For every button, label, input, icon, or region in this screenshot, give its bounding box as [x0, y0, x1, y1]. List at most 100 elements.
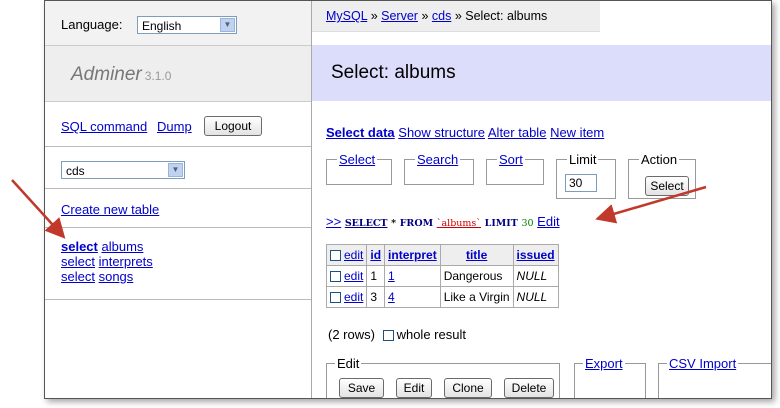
- browser-frame: Language: English ▼ Adminer 3.1.0 SQL com…: [44, 0, 772, 399]
- cell-issued: NULL: [512, 286, 559, 308]
- edit-legend: Edit: [335, 356, 362, 371]
- search-fieldset: Search: [404, 152, 474, 185]
- toggle-query-link[interactable]: >>: [326, 214, 341, 229]
- sql-keyword-from: FROM: [399, 218, 434, 229]
- page-header: Select: albums: [312, 45, 771, 101]
- cell-issued: NULL: [512, 265, 559, 287]
- row-count-line: (2 rows) whole result: [328, 327, 466, 342]
- row-select-cell: edit: [325, 286, 368, 308]
- limit-input[interactable]: 30: [565, 174, 597, 192]
- sql-command-link[interactable]: SQL command: [61, 119, 147, 134]
- clone-button[interactable]: Clone: [444, 378, 492, 398]
- row-edit-link[interactable]: edit: [344, 269, 363, 283]
- interpret-link[interactable]: 1: [388, 269, 395, 283]
- table-songs-link[interactable]: songs: [99, 269, 134, 284]
- edit-fieldset: Edit Save Edit Clone Delete: [326, 356, 560, 398]
- sql-keyword-select[interactable]: SELECT: [345, 218, 388, 229]
- divider: [45, 227, 311, 228]
- export-fieldset: Export: [574, 356, 646, 398]
- header-interpret[interactable]: interpret: [384, 244, 441, 266]
- language-value: English: [142, 19, 182, 33]
- table-list-item: select albums: [61, 239, 153, 254]
- header-title[interactable]: title: [439, 244, 514, 266]
- edit-query-link[interactable]: Edit: [537, 214, 559, 229]
- select-albums-link[interactable]: select: [61, 239, 98, 254]
- select-fieldset: Select: [326, 152, 392, 185]
- cell-title: Dangerous: [439, 265, 514, 287]
- select-data-link[interactable]: Select data: [326, 125, 395, 140]
- create-table-link[interactable]: Create new table: [61, 202, 159, 217]
- table-list: select albums select interprets select s…: [61, 239, 153, 284]
- select-action-button[interactable]: Select: [645, 176, 689, 196]
- row-count: (2 rows): [328, 327, 375, 342]
- app-version: 3.1.0: [144, 69, 172, 83]
- table-albums-link[interactable]: albums: [102, 239, 144, 254]
- breadcrumb-separator: »: [370, 9, 378, 23]
- header-interpret-link[interactable]: interpret: [388, 248, 437, 262]
- sort-fieldset: Sort: [486, 152, 544, 185]
- breadcrumb-server[interactable]: Server: [381, 9, 418, 23]
- breadcrumb-mysql[interactable]: MySQL: [326, 9, 367, 23]
- row-edit-link[interactable]: edit: [344, 290, 363, 304]
- logout-button[interactable]: Logout: [204, 116, 262, 136]
- table-interprets-link[interactable]: interprets: [99, 254, 153, 269]
- sql-table-name: `albums`: [436, 218, 482, 229]
- header-issued[interactable]: issued: [512, 244, 559, 266]
- results-table: edit id interpret title issued edit 1 1 …: [325, 244, 559, 308]
- header-edit-label: edit: [344, 248, 364, 262]
- table-header-row: edit id interpret title issued: [325, 244, 559, 266]
- select-legend-link[interactable]: Select: [337, 152, 378, 167]
- cell-interpret: 1: [384, 265, 441, 287]
- row-select-cell: edit: [325, 265, 368, 287]
- chevron-down-icon: ▼: [168, 163, 183, 177]
- header-id-link[interactable]: id: [370, 248, 381, 262]
- search-legend-link[interactable]: Search: [415, 152, 461, 167]
- sql-keyword-limit: LIMIT: [484, 218, 518, 229]
- select-all-checkbox[interactable]: [330, 250, 341, 261]
- select-songs-link[interactable]: select: [61, 269, 95, 284]
- save-button[interactable]: Save: [339, 378, 384, 398]
- breadcrumb-db[interactable]: cds: [432, 9, 451, 23]
- edit-button[interactable]: Edit: [396, 378, 432, 398]
- divider: [45, 188, 311, 189]
- sql-limit-value: 30: [521, 218, 534, 229]
- sidebar: Language: English ▼ Adminer 3.1.0 SQL com…: [45, 1, 312, 398]
- show-structure-link[interactable]: Show structure: [398, 125, 485, 140]
- app-brand: Adminer 3.1.0: [45, 46, 311, 102]
- header-id[interactable]: id: [366, 244, 386, 266]
- header-edit[interactable]: edit: [325, 244, 368, 266]
- whole-result-checkbox[interactable]: [382, 330, 394, 341]
- main-content: MySQL » Server » cds » Select: albums Se…: [312, 1, 771, 398]
- dump-link[interactable]: Dump: [157, 119, 192, 134]
- language-select[interactable]: English ▼: [137, 16, 237, 34]
- row-checkbox[interactable]: [330, 292, 341, 303]
- cell-id: 3: [366, 286, 386, 308]
- chevron-down-icon: ▼: [220, 18, 235, 32]
- breadcrumb-separator: »: [454, 9, 462, 23]
- select-interprets-link[interactable]: select: [61, 254, 95, 269]
- breadcrumb-separator: »: [421, 9, 429, 23]
- export-link[interactable]: Export: [583, 356, 625, 371]
- database-select[interactable]: cds ▼: [61, 161, 185, 179]
- cell-interpret: 4: [384, 286, 441, 308]
- divider: [45, 299, 311, 300]
- interpret-link[interactable]: 4: [388, 290, 395, 304]
- limit-fieldset: Limit 30: [556, 152, 616, 199]
- table-list-item: select interprets: [61, 254, 153, 269]
- delete-button[interactable]: Delete: [504, 378, 554, 398]
- sql-query-line: >> SELECT * FROM `albums` LIMIT 30 Edit: [326, 214, 560, 229]
- header-issued-link[interactable]: issued: [517, 248, 555, 262]
- table-row: edit 3 4 Like a Virgin NULL: [325, 286, 559, 308]
- whole-result-label: whole result: [396, 327, 466, 342]
- header-title-link[interactable]: title: [466, 248, 487, 262]
- row-checkbox[interactable]: [330, 271, 341, 282]
- page-title: Select: albums: [331, 62, 456, 83]
- csv-import-link[interactable]: CSV Import: [667, 356, 739, 371]
- language-label: Language:: [61, 17, 123, 32]
- alter-table-link[interactable]: Alter table: [488, 125, 547, 140]
- new-item-link[interactable]: New item: [550, 125, 604, 140]
- sql-star: *: [391, 218, 397, 229]
- action-legend: Action: [639, 152, 680, 167]
- language-bar: Language: English ▼: [45, 1, 311, 46]
- sort-legend-link[interactable]: Sort: [497, 152, 525, 167]
